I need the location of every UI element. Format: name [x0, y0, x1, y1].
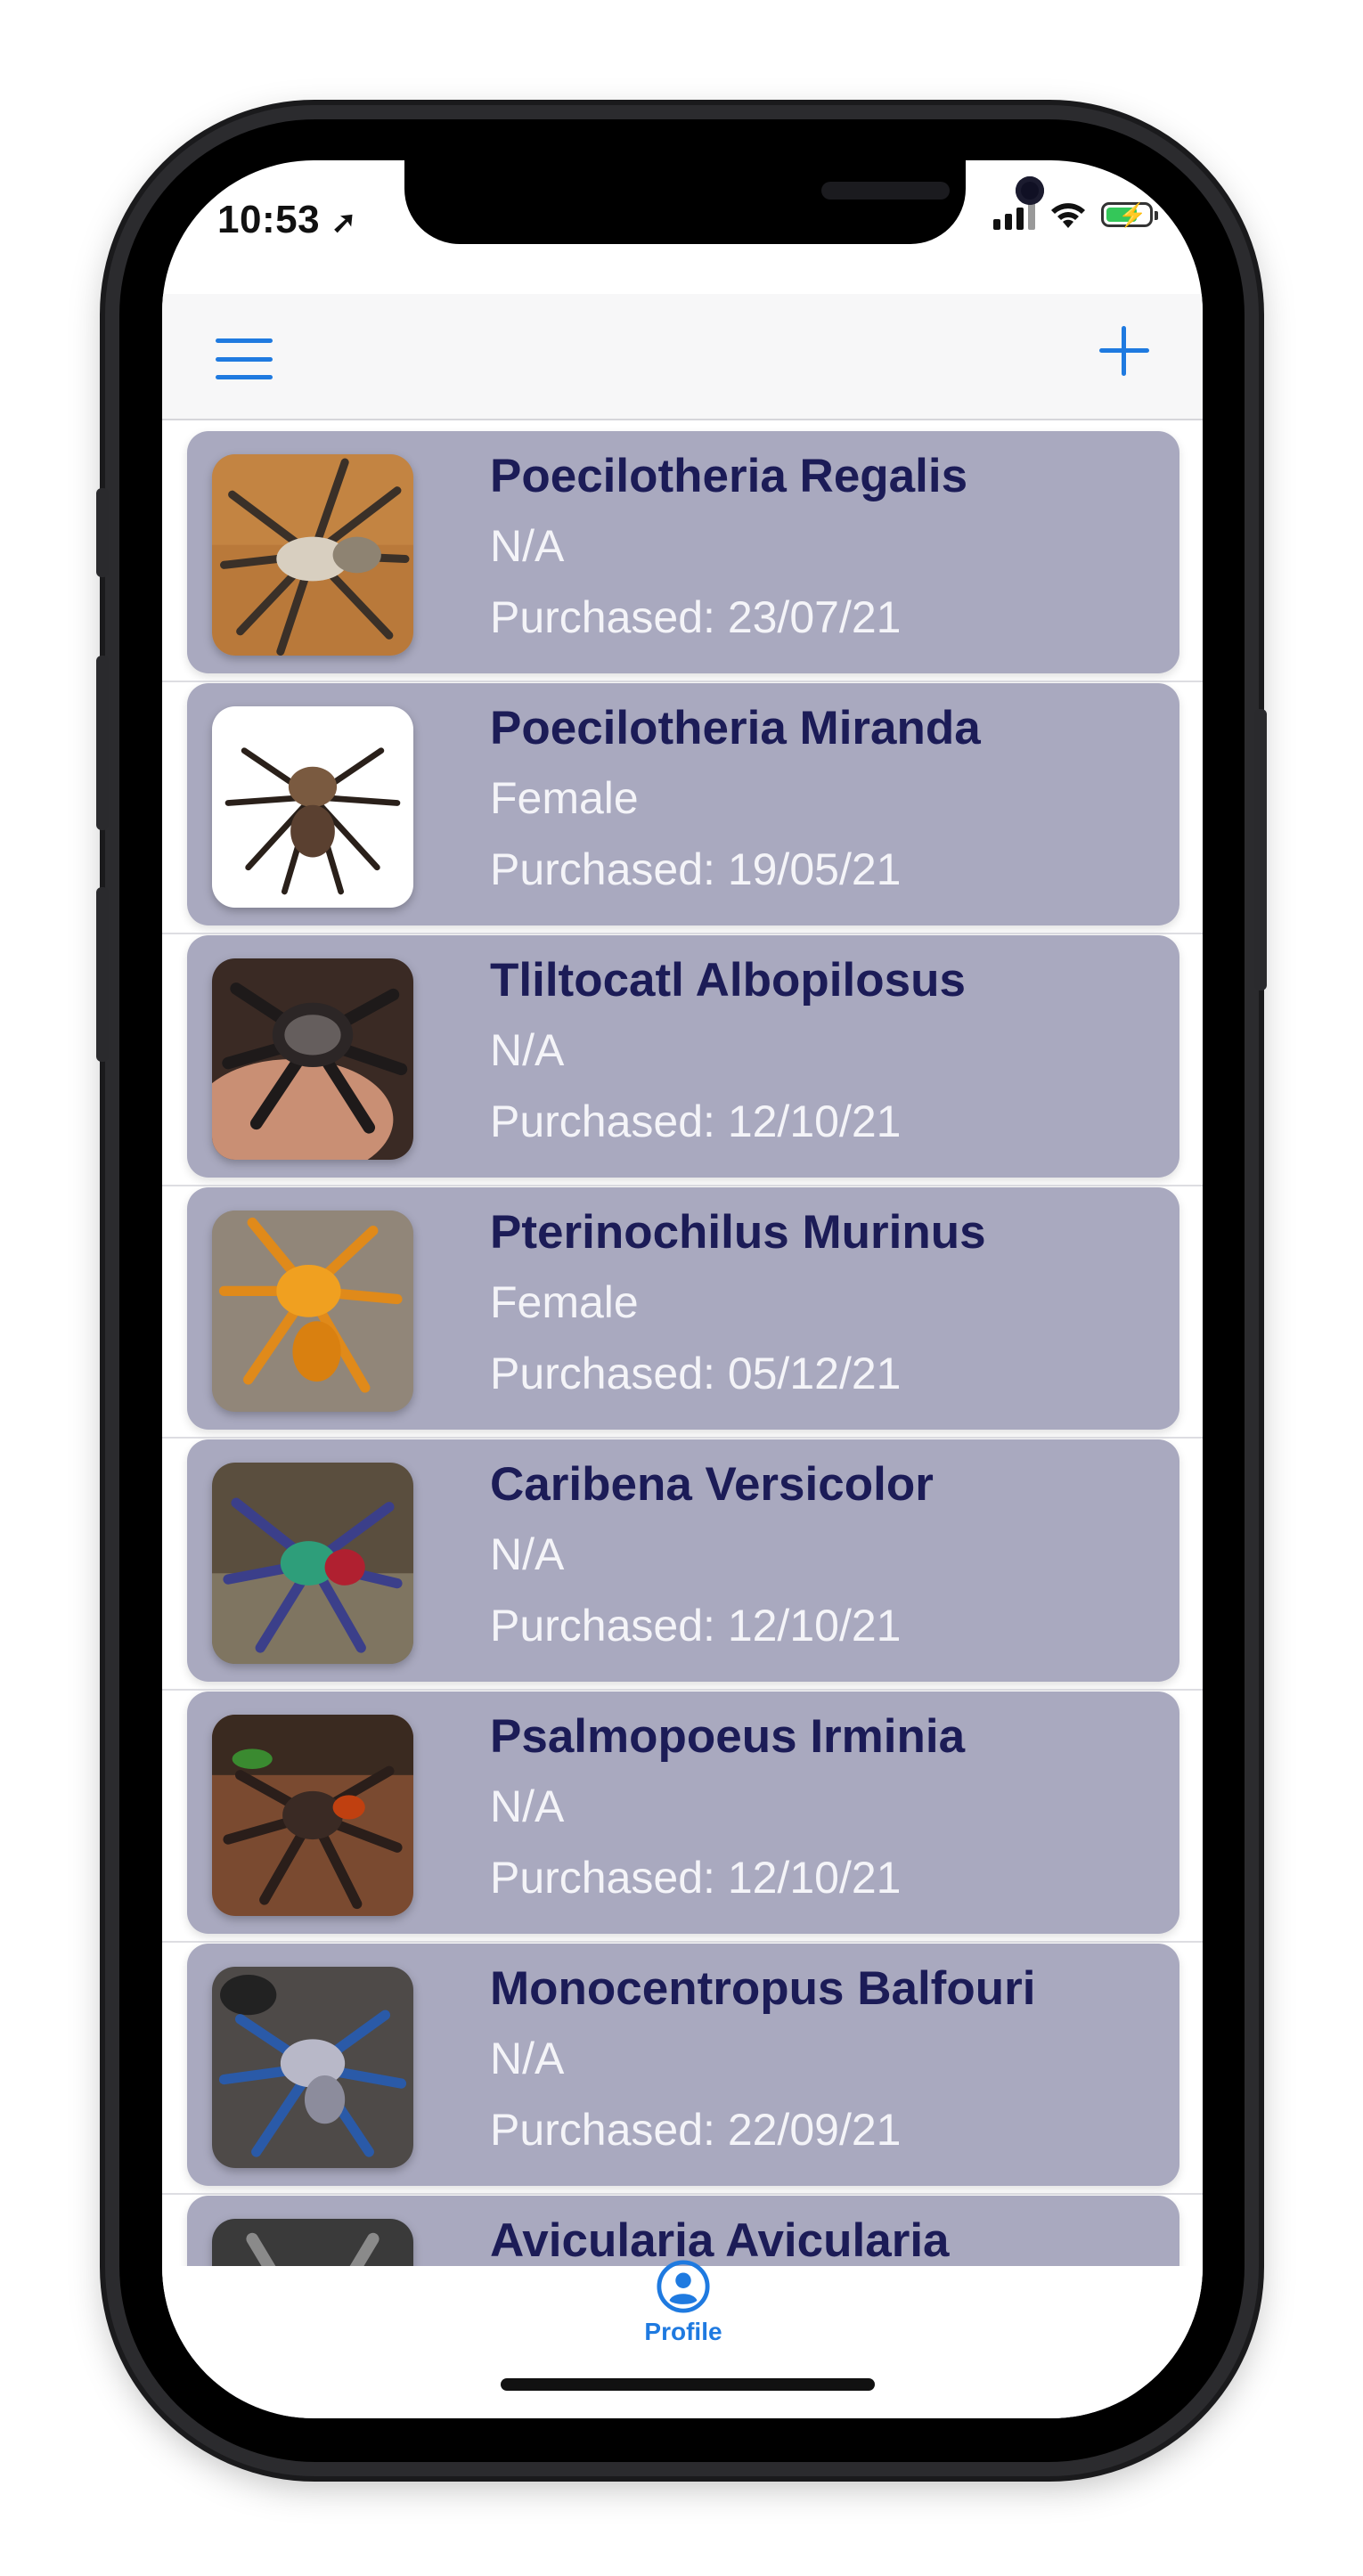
earpiece-speaker — [821, 182, 950, 200]
row-separator — [162, 1941, 1203, 1943]
tarantula-sex: Female — [490, 773, 639, 823]
person-circle-icon — [657, 2260, 710, 2313]
tab-bar: Profile — [162, 2260, 1203, 2418]
tarantula-purchase-date: Purchased: 19/05/21 — [490, 844, 902, 894]
tarantula-purchase-date: Purchased: 23/07/21 — [490, 592, 902, 642]
silent-switch — [96, 488, 109, 577]
row-separator — [162, 2193, 1203, 2195]
tarantula-purchase-date: Purchased: 12/10/21 — [490, 1853, 902, 1903]
tarantula-row[interactable]: Poecilotheria Miranda Female Purchased: … — [187, 683, 1179, 925]
status-indicators: ⚡ — [993, 200, 1158, 230]
add-tarantula-plus-icon[interactable] — [1099, 326, 1149, 376]
tarantula-photo — [212, 706, 413, 908]
row-separator — [162, 1689, 1203, 1691]
tarantula-photo — [212, 1211, 413, 1412]
tarantula-sex: N/A — [490, 521, 565, 571]
volume-down-button — [96, 887, 109, 1062]
tarantula-name: Avicularia Avicularia — [490, 2214, 950, 2267]
tarantula-name: Pterinochilus Murinus — [490, 1206, 986, 1259]
tab-profile[interactable]: Profile — [608, 2260, 759, 2391]
tarantula-sex: N/A — [490, 2034, 565, 2083]
row-separator — [162, 933, 1203, 934]
tarantula-sex: N/A — [490, 1781, 565, 1831]
tarantula-name: Monocentropus Balfouri — [490, 1962, 1036, 2015]
row-separator — [162, 1185, 1203, 1186]
tarantula-name: Tliltocatl Albopilosus — [490, 954, 966, 1007]
tarantula-purchase-date: Purchased: 22/09/21 — [490, 2105, 902, 2155]
status-time-text: 10:53 — [217, 198, 321, 241]
tarantula-row[interactable]: Monocentropus Balfouri N/A Purchased: 22… — [187, 1944, 1179, 2186]
tarantula-purchase-date: Purchased: 12/10/21 — [490, 1096, 902, 1146]
tarantula-photo — [212, 1463, 413, 1664]
tarantula-row[interactable]: Pterinochilus Murinus Female Purchased: … — [187, 1187, 1179, 1430]
tarantula-row[interactable]: Psalmopoeus Irminia N/A Purchased: 12/10… — [187, 1692, 1179, 1934]
tarantula-photo — [212, 958, 413, 1160]
tarantula-row[interactable]: Poecilotheria Regalis N/A Purchased: 23/… — [187, 431, 1179, 673]
row-separator — [162, 1437, 1203, 1439]
tab-profile-label: Profile — [644, 2318, 722, 2345]
tarantula-purchase-date: Purchased: 05/12/21 — [490, 1349, 902, 1398]
location-arrow-icon: ➚ — [331, 206, 357, 240]
tarantula-row[interactable]: Caribena Versicolor N/A Purchased: 12/10… — [187, 1439, 1179, 1682]
tarantula-sex: Female — [490, 1277, 639, 1327]
home-indicator[interactable] — [501, 2378, 875, 2391]
navigation-bar — [162, 294, 1203, 420]
tarantula-photo — [212, 454, 413, 656]
battery-charging-icon: ⚡ — [1101, 202, 1158, 227]
tarantula-name: Psalmopoeus Irminia — [490, 1710, 966, 1763]
tarantula-name: Poecilotheria Miranda — [490, 702, 981, 754]
status-time: 10:53 ➚ — [217, 198, 357, 242]
volume-up-button — [96, 656, 109, 830]
hamburger-menu-icon[interactable] — [216, 338, 273, 379]
row-separator — [162, 681, 1203, 682]
wifi-icon — [1051, 203, 1085, 228]
tarantula-photo — [212, 1967, 413, 2168]
power-button — [1254, 709, 1267, 990]
notch — [404, 160, 1044, 244]
tarantula-photo — [212, 1715, 413, 1916]
tarantula-sex: N/A — [490, 1025, 565, 1075]
front-camera — [1016, 176, 1044, 205]
tarantula-purchase-date: Purchased: 12/10/21 — [490, 1601, 902, 1651]
app-screen: 10:53 ➚ ⚡ Poecilotheria Regalis N/A Purc… — [162, 160, 1203, 2418]
tarantula-row[interactable]: Tliltocatl Albopilosus N/A Purchased: 12… — [187, 935, 1179, 1178]
tarantula-name: Caribena Versicolor — [490, 1458, 934, 1511]
tarantula-name: Poecilotheria Regalis — [490, 450, 968, 502]
tarantula-sex: N/A — [490, 1529, 565, 1579]
